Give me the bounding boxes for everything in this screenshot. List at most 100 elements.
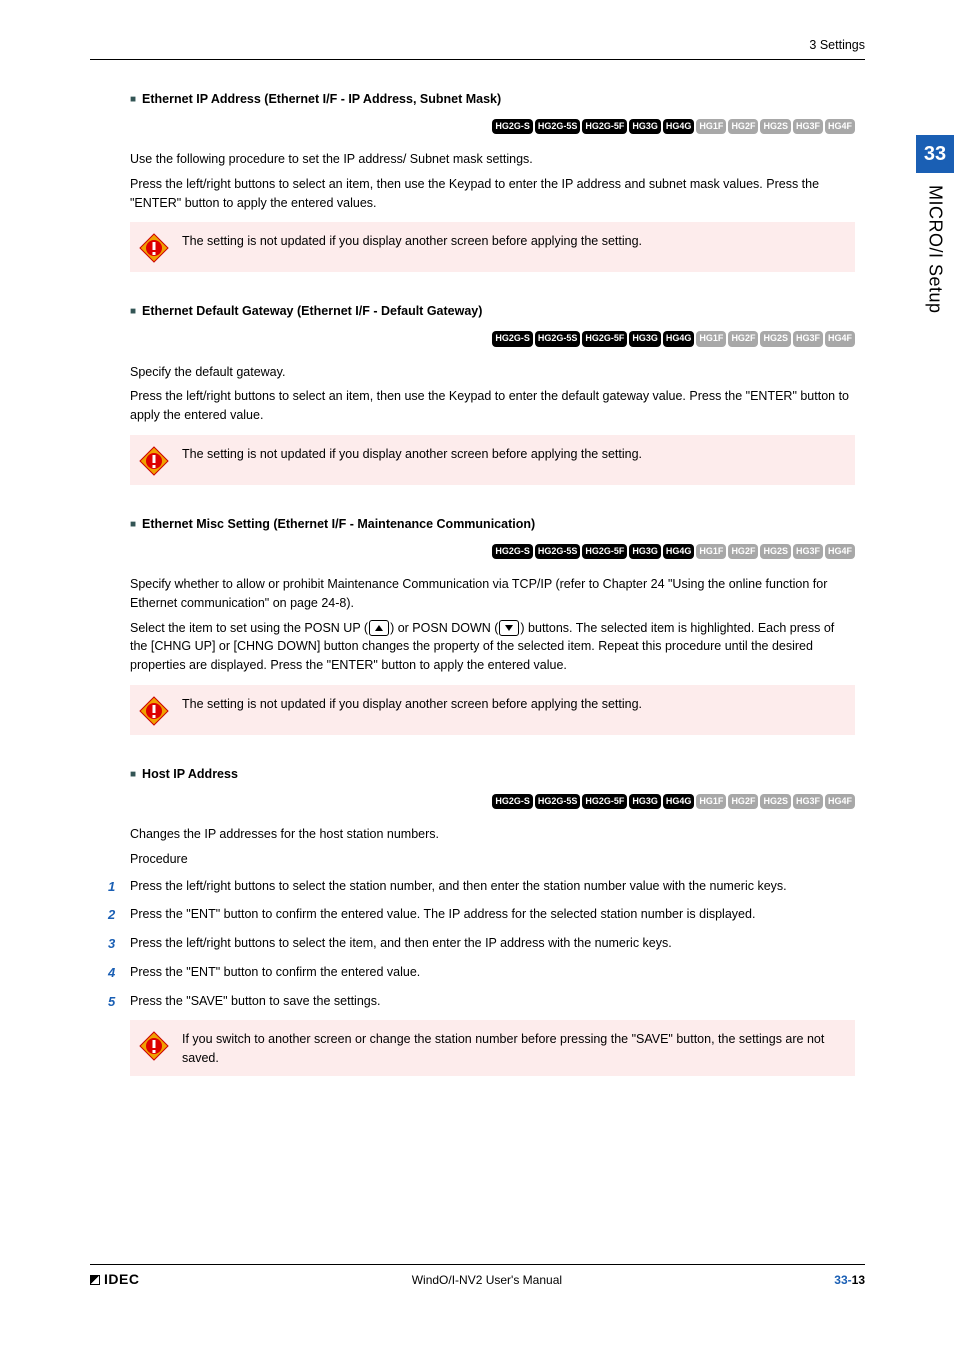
- footer-rule: [90, 1264, 865, 1265]
- model-badge: HG2G-5F: [582, 119, 627, 135]
- model-badge: HG2G-5S: [535, 331, 581, 347]
- model-badge: HG2G-S: [492, 331, 533, 347]
- model-badge: HG1F: [696, 331, 726, 347]
- list-item: Press the "ENT" button to confirm the en…: [108, 963, 855, 982]
- paragraph: Specify whether to allow or prohibit Mai…: [130, 575, 855, 613]
- chapter-tab: 33 MICRO/I Setup: [916, 135, 954, 314]
- model-badge: HG4F: [825, 794, 855, 810]
- section-title-text: Ethernet IP Address (Ethernet I/F - IP A…: [142, 90, 501, 109]
- model-badge: HG3G: [629, 794, 661, 810]
- paragraph: Select the item to set using the POSN UP…: [130, 619, 855, 675]
- model-badge: HG1F: [696, 544, 726, 560]
- section-title-text: Ethernet Misc Setting (Ethernet I/F - Ma…: [142, 515, 535, 534]
- model-badge: HG3F: [793, 119, 823, 135]
- model-badge: HG2G-S: [492, 119, 533, 135]
- model-badge: HG2F: [728, 794, 758, 810]
- bullet-icon: ■: [130, 517, 136, 532]
- list-item: Press the left/right buttons to select t…: [108, 934, 855, 953]
- manual-title: WindO/I-NV2 User's Manual: [412, 1271, 562, 1289]
- logo-text: IDEC: [104, 1269, 139, 1290]
- model-badges: HG2G-SHG2G-5SHG2G-5FHG3GHG4GHG1FHG2FHG2S…: [130, 544, 855, 560]
- warning-icon: [138, 232, 170, 264]
- model-badge: HG2F: [728, 331, 758, 347]
- chapter-title: MICRO/I Setup: [922, 173, 949, 314]
- model-badge: HG4G: [663, 119, 695, 135]
- warning-text: If you switch to another screen or chang…: [182, 1028, 847, 1068]
- model-badges: HG2G-SHG2G-5SHG2G-5FHG3GHG4GHG1FHG2FHG2S…: [130, 331, 855, 347]
- warning-icon: [138, 1030, 170, 1062]
- section-heading: ■ Ethernet Misc Setting (Ethernet I/F - …: [130, 515, 855, 534]
- list-item: Press the left/right buttons to select t…: [108, 877, 855, 896]
- warning-note: The setting is not updated if you displa…: [130, 222, 855, 272]
- running-header: 3 Settings: [90, 36, 865, 59]
- procedure-list: Press the left/right buttons to select t…: [108, 877, 855, 1011]
- brand-logo: IDEC: [90, 1269, 139, 1290]
- bullet-icon: ■: [130, 304, 136, 319]
- model-badge: HG3G: [629, 544, 661, 560]
- section-title-text: Ethernet Default Gateway (Ethernet I/F -…: [142, 302, 482, 321]
- section-title-text: Host IP Address: [142, 765, 238, 784]
- section-heading: ■ Host IP Address: [130, 765, 855, 784]
- model-badge: HG2G-5F: [582, 794, 627, 810]
- warning-icon: [138, 695, 170, 727]
- model-badge: HG2S: [760, 794, 791, 810]
- warning-note: The setting is not updated if you displa…: [130, 685, 855, 735]
- down-arrow-key-icon: [499, 620, 519, 636]
- list-item: Press the "SAVE" button to save the sett…: [108, 992, 855, 1011]
- model-badge: HG2S: [760, 331, 791, 347]
- paragraph: Procedure: [130, 850, 855, 869]
- text-fragment: ) or POSN DOWN (: [390, 621, 498, 635]
- list-item: Press the "ENT" button to confirm the en…: [108, 905, 855, 924]
- section-heading: ■ Ethernet IP Address (Ethernet I/F - IP…: [130, 90, 855, 109]
- model-badge: HG3G: [629, 331, 661, 347]
- model-badge: HG2F: [728, 119, 758, 135]
- page-number: 33-13: [834, 1271, 865, 1289]
- paragraph: Press the left/right buttons to select a…: [130, 175, 855, 213]
- model-badge: HG4G: [663, 794, 695, 810]
- model-badge: HG3F: [793, 331, 823, 347]
- model-badge: HG2G-5S: [535, 119, 581, 135]
- model-badge: HG3F: [793, 544, 823, 560]
- model-badge: HG3G: [629, 119, 661, 135]
- paragraph: Changes the IP addresses for the host st…: [130, 825, 855, 844]
- model-badge: HG4G: [663, 544, 695, 560]
- model-badge: HG2G-S: [492, 794, 533, 810]
- model-badge: HG1F: [696, 794, 726, 810]
- model-badge: HG2G-5S: [535, 794, 581, 810]
- page-index: 13: [852, 1273, 865, 1287]
- chapter-number: 33: [916, 135, 954, 173]
- model-badges: HG2G-SHG2G-5SHG2G-5FHG3GHG4GHG1FHG2FHG2S…: [130, 794, 855, 810]
- model-badge: HG4F: [825, 119, 855, 135]
- model-badge: HG2F: [728, 544, 758, 560]
- model-badge: HG3F: [793, 794, 823, 810]
- bullet-icon: ■: [130, 767, 136, 782]
- warning-note: If you switch to another screen or chang…: [130, 1020, 855, 1076]
- model-badge: HG2S: [760, 544, 791, 560]
- warning-note: The setting is not updated if you displa…: [130, 435, 855, 485]
- model-badge: HG2G-S: [492, 544, 533, 560]
- model-badge: HG2G-5F: [582, 331, 627, 347]
- page-footer: IDEC WindO/I-NV2 User's Manual 33-13: [90, 1264, 865, 1290]
- paragraph: Specify the default gateway.: [130, 363, 855, 382]
- model-badge: HG4F: [825, 544, 855, 560]
- model-badge: HG4F: [825, 331, 855, 347]
- model-badges: HG2G-SHG2G-5SHG2G-5FHG3GHG4GHG1FHG2FHG2S…: [130, 119, 855, 135]
- paragraph: Use the following procedure to set the I…: [130, 150, 855, 169]
- model-badge: HG4G: [663, 331, 695, 347]
- warning-text: The setting is not updated if you displa…: [182, 443, 642, 464]
- page-chapter: 33-: [834, 1273, 851, 1287]
- page-content: ■ Ethernet IP Address (Ethernet I/F - IP…: [90, 90, 865, 1076]
- logo-mark-icon: [90, 1275, 100, 1285]
- header-rule: [90, 59, 865, 60]
- paragraph: Press the left/right buttons to select a…: [130, 387, 855, 425]
- model-badge: HG2S: [760, 119, 791, 135]
- model-badge: HG1F: [696, 119, 726, 135]
- section-heading: ■ Ethernet Default Gateway (Ethernet I/F…: [130, 302, 855, 321]
- model-badge: HG2G-5S: [535, 544, 581, 560]
- warning-text: The setting is not updated if you displa…: [182, 230, 642, 251]
- text-fragment: Select the item to set using the POSN UP…: [130, 621, 368, 635]
- up-arrow-key-icon: [369, 620, 389, 636]
- warning-text: The setting is not updated if you displa…: [182, 693, 642, 714]
- bullet-icon: ■: [130, 92, 136, 107]
- model-badge: HG2G-5F: [582, 544, 627, 560]
